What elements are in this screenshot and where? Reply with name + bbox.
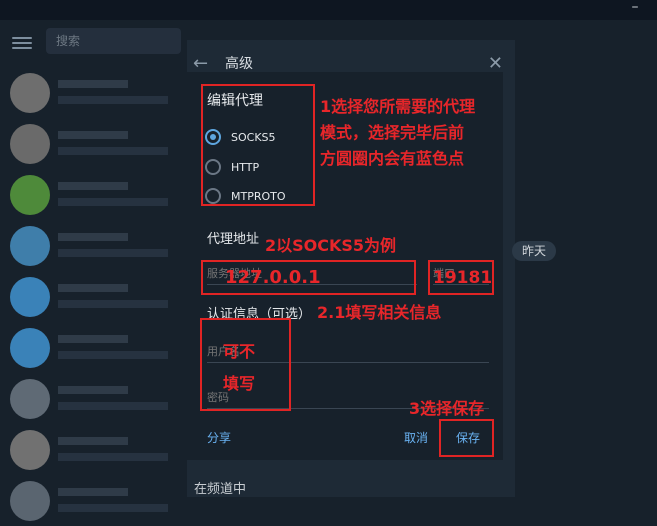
annotation-box-optional: [200, 318, 291, 411]
avatar: [10, 379, 50, 419]
blurred-chat-name: [58, 131, 128, 139]
cancel-button[interactable]: 取消: [404, 429, 428, 446]
chat-list-item[interactable]: [0, 323, 187, 373]
avatar: [10, 73, 50, 113]
chat-list-item[interactable]: [0, 272, 187, 322]
annotation-server-value: 127.0.0.1: [225, 267, 321, 288]
annotation-box-proxy-type: [201, 84, 315, 206]
annotation-step2-1: 2.1填写相关信息: [317, 303, 442, 322]
avatar: [10, 226, 50, 266]
title-bar: –: [0, 0, 657, 20]
blurred-chat-name: [58, 488, 128, 496]
chat-list-item[interactable]: [0, 68, 187, 118]
chat-list-item[interactable]: [0, 119, 187, 169]
chat-sidebar: 搜索: [0, 20, 187, 521]
avatar: [10, 277, 50, 317]
chat-list-item[interactable]: [0, 476, 187, 526]
date-badge: 昨天: [512, 241, 557, 261]
annotation-step2: 2以SOCKS5为例: [265, 236, 397, 255]
blurred-chat-name: [58, 182, 128, 190]
search-input[interactable]: 搜索: [46, 28, 181, 54]
annotation-port-value: 19181: [433, 268, 493, 288]
chat-list-item[interactable]: [0, 170, 187, 220]
blurred-chat-preview: [58, 249, 168, 257]
chat-list-item[interactable]: [0, 374, 187, 424]
menu-icon[interactable]: [12, 34, 32, 50]
blurred-chat-name: [58, 233, 128, 241]
avatar: [10, 124, 50, 164]
blurred-chat-preview: [58, 351, 168, 359]
annotation-step3: 3选择保存: [409, 399, 485, 418]
blurred-chat-preview: [58, 504, 168, 512]
annotation-optional-2: 填写: [223, 374, 256, 393]
channel-text: 在频道中: [194, 482, 247, 497]
blurred-chat-name: [58, 335, 128, 343]
avatar: [10, 430, 50, 470]
avatar: [10, 328, 50, 368]
proxy-address-label: 代理地址: [207, 232, 260, 247]
blurred-chat-preview: [58, 300, 168, 308]
blurred-chat-preview: [58, 96, 168, 104]
blurred-chat-preview: [58, 453, 168, 461]
share-button[interactable]: 分享: [207, 429, 231, 446]
minimize-button[interactable]: –: [625, 0, 645, 20]
annotation-step1: 1选择您所需要的代理 模式，选择完毕后前 方圆圈内会有蓝色点: [320, 97, 476, 168]
blurred-chat-preview: [58, 402, 168, 410]
blurred-chat-name: [58, 284, 128, 292]
chat-list-item[interactable]: [0, 425, 187, 475]
avatar: [10, 481, 50, 521]
blurred-chat-preview: [58, 198, 168, 206]
blurred-chat-name: [58, 386, 128, 394]
blurred-chat-name: [58, 80, 128, 88]
chat-list-item[interactable]: [0, 221, 187, 271]
blurred-chat-name: [58, 437, 128, 445]
annotation-optional-1: 可不: [223, 342, 256, 361]
annotation-box-save: [439, 419, 494, 457]
avatar: [10, 175, 50, 215]
blurred-chat-preview: [58, 147, 168, 155]
